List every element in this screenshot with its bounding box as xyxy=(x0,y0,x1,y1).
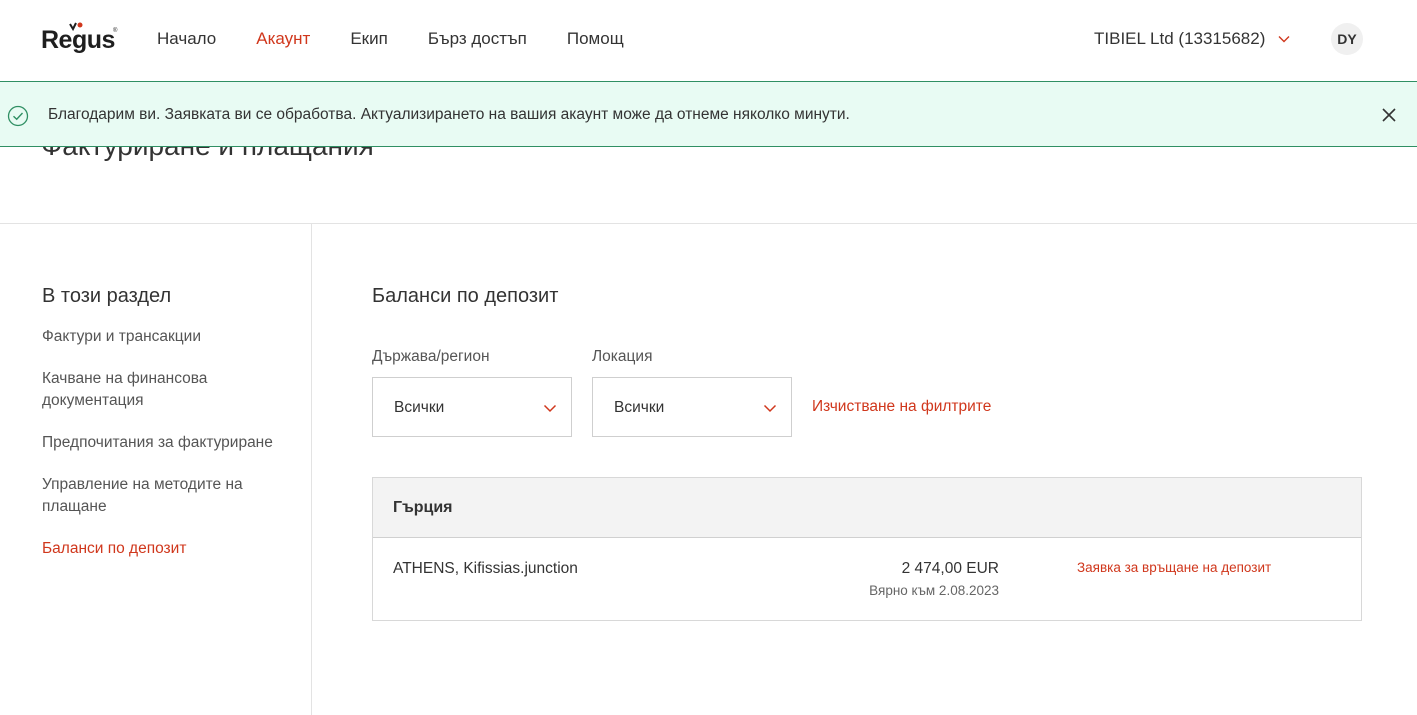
chevron-down-icon xyxy=(543,404,557,413)
country-select[interactable]: Всички xyxy=(372,377,572,437)
deposit-table: Гърция ATHENS, Kifissias.junction 2 474,… xyxy=(372,477,1362,621)
location-select-value: Всички xyxy=(614,399,665,416)
main-nav: Начало Акаунт Екип Бърз достъп Помощ xyxy=(157,29,664,49)
section-title: Баланси по депозит xyxy=(372,285,559,307)
sidebar-divider xyxy=(311,224,312,715)
account-name: TIBIEL Ltd (13315682) xyxy=(1094,29,1266,48)
clear-filters-link[interactable]: Изчистване на филтрите xyxy=(812,397,991,417)
table-row: ATHENS, Kifissias.junction 2 474,00 EUR … xyxy=(373,539,1361,620)
sidebar-item-upload-docs[interactable]: Качване на финансова документация xyxy=(42,368,292,412)
country-filter-label: Държава/регион xyxy=(372,348,490,365)
row-location: ATHENS, Kifissias.junction xyxy=(393,560,578,577)
regus-logo[interactable]: Regus ® xyxy=(41,22,121,58)
banner-message: Благодарим ви. Заявката ви се обработва.… xyxy=(48,106,850,123)
success-banner: Благодарим ви. Заявката ви се обработва.… xyxy=(0,81,1417,147)
location-filter-label: Локация xyxy=(592,348,653,365)
user-avatar[interactable]: DY xyxy=(1331,23,1363,55)
location-select[interactable]: Всички xyxy=(592,377,792,437)
sidebar-nav: Фактури и трансакции Качване на финансов… xyxy=(42,326,292,580)
country-select-value: Всички xyxy=(394,399,445,416)
chevron-down-icon xyxy=(1278,36,1290,43)
group-country: Гърция xyxy=(393,499,453,516)
sidebar-item-payment-methods[interactable]: Управление на методите на плащане xyxy=(42,474,292,518)
request-refund-link[interactable]: Заявка за връщане на депозит xyxy=(1077,559,1271,577)
sidebar-item-deposit-balances[interactable]: Баланси по депозит xyxy=(42,538,292,560)
nav-item-quick-access[interactable]: Бърз достъп xyxy=(428,29,527,49)
check-circle-icon xyxy=(7,105,29,127)
sidebar-title: В този раздел xyxy=(42,285,172,307)
table-group-header: Гърция xyxy=(373,478,1361,538)
account-switcher[interactable]: TIBIEL Ltd (13315682) xyxy=(1094,29,1291,49)
nav-item-team[interactable]: Екип xyxy=(350,29,387,49)
row-amount: 2 474,00 EUR xyxy=(901,560,999,577)
nav-item-account[interactable]: Акаунт xyxy=(256,29,310,49)
sidebar-item-invoices[interactable]: Фактури и трансакции xyxy=(42,326,292,348)
chevron-down-icon xyxy=(763,404,777,413)
nav-item-home[interactable]: Начало xyxy=(157,29,216,49)
logo-mark-icon xyxy=(69,22,83,32)
sidebar-item-billing-preferences[interactable]: Предпочитания за фактуриране xyxy=(42,432,292,454)
close-icon[interactable] xyxy=(1381,107,1397,123)
section-divider xyxy=(0,223,1417,224)
row-as-of-date: Вярно към 2.08.2023 xyxy=(869,583,999,598)
nav-item-help[interactable]: Помощ xyxy=(567,29,624,49)
trademark-mark: ® xyxy=(113,28,118,34)
top-header: Regus ® Начало Акаунт Екип Бърз достъп П… xyxy=(0,0,1417,80)
